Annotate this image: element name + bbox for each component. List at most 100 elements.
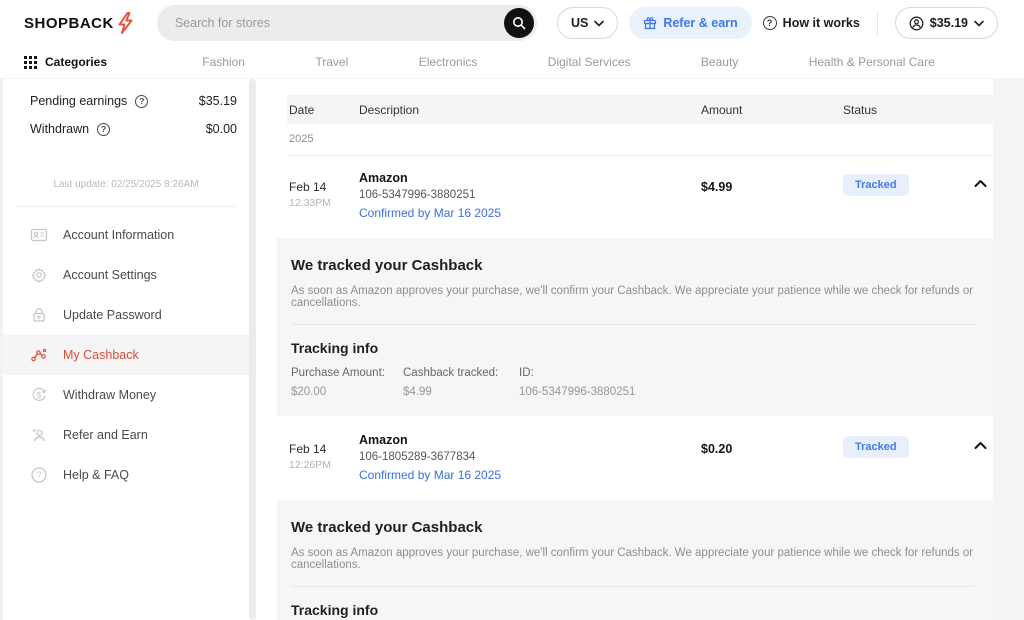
chevron-up-icon [974,179,987,188]
year-label: 2025 [287,124,993,156]
collapse-row-button[interactable] [974,433,987,482]
refer-earn-label: Refer & earn [663,16,737,30]
pending-earnings-row: Pending earnings ? $35.19 [3,87,249,115]
refer-and-earn-button[interactable]: Refer & earn [629,7,751,39]
account-cash-icon [909,16,924,31]
status-badge: Tracked [843,174,909,196]
svg-text:?: ? [36,470,41,480]
categories-menu-button[interactable]: Categories [24,55,107,69]
tracked-cashback-panel: We tracked your Cashback As soon as Amaz… [277,500,1001,620]
header-divider [877,11,878,35]
gift-icon [643,16,657,30]
top-header: SHOPBACK US Refer & earn ? How it works … [0,0,1024,46]
chevron-up-icon [974,441,987,450]
sidebar-item-help-faq[interactable]: ? Help & FAQ [3,455,249,495]
nav-item-health-personal-care[interactable]: Health & Personal Care [809,55,935,69]
tracking-info-heading: Tracking info [291,340,975,356]
how-it-works-button[interactable]: ? How it works [763,16,860,30]
sidebar-divider [17,206,235,207]
nav-item-travel[interactable]: Travel [315,55,348,69]
panel-heading: We tracked your Cashback [291,257,975,274]
sidebar-item-label: Refer and Earn [63,428,148,442]
header-actions: US Refer & earn ? How it works $35.19 [557,7,998,39]
txn-time: 12:26PM [289,459,359,471]
search-button[interactable] [504,8,534,38]
txn-order-id: 106-1805289-3677834 [359,451,701,463]
panel-body: As soon as Amazon approves your purchase… [291,285,975,309]
panel-divider [291,324,975,325]
nav-item-digital-services[interactable]: Digital Services [548,55,631,69]
collapse-row-button[interactable] [974,171,987,220]
header-description: Description [359,103,701,117]
txn-confirmation-link[interactable]: Confirmed by Mar 16 2025 [359,468,701,482]
country-code: US [571,16,588,30]
logo-text: SHOPBACK [24,15,114,32]
question-circle-icon: ? [763,16,777,30]
sidebar-item-label: Account Settings [63,268,157,282]
info-icon[interactable]: ? [97,123,110,136]
lock-icon [30,306,48,324]
account-sidebar: Pending earnings ? $35.19 Withdrawn ? $0… [3,79,249,620]
nav-item-beauty[interactable]: Beauty [701,55,738,69]
last-update-text: Last update: 02/25/2025 8:26AM [3,179,249,190]
content-gap [256,79,269,620]
shopback-logo[interactable]: SHOPBACK [24,12,135,34]
txn-time: 12:33PM [289,197,359,209]
info-icon[interactable]: ? [135,95,148,108]
txn-confirmation-link[interactable]: Confirmed by Mar 16 2025 [359,206,701,220]
right-page-gutter [993,79,1024,620]
sidebar-scrollbar[interactable] [249,79,256,620]
nav-item-electronics[interactable]: Electronics [419,55,478,69]
balance-menu[interactable]: $35.19 [895,7,998,39]
tracked-cashback-panel: We tracked your Cashback As soon as Amaz… [277,238,1001,416]
panel-divider [291,586,975,587]
withdrawn-value: $0.00 [206,122,237,136]
header-amount: Amount [701,103,843,117]
txn-title: Amazon [359,171,701,185]
id-label: ID: [519,367,635,379]
balance-amount: $35.19 [930,16,968,30]
cashback-table: Date Description Amount Status 2025 Feb … [269,79,993,620]
gear-icon [30,266,48,284]
tracking-info-grid: Purchase Amount: $20.00 Cashback tracked… [291,367,975,398]
country-selector[interactable]: US [557,7,618,39]
sidebar-item-refer-and-earn[interactable]: Refer and Earn [3,415,249,455]
txn-amount: $4.99 [701,171,843,194]
pending-earnings-label: Pending earnings [30,94,127,108]
table-row[interactable]: Feb 14 12:33PM Amazon 106-5347996-388025… [287,156,993,236]
withdraw-money-icon: $ [30,386,48,404]
sidebar-item-my-cashback[interactable]: My Cashback [3,335,249,375]
category-nav: Categories Fashion Travel Electronics Di… [0,46,1024,79]
add-person-icon [30,426,48,444]
status-badge: Tracked [843,436,909,458]
cashback-tracked-value: $4.99 [403,386,519,398]
cashback-path-icon [30,346,48,364]
nav-item-fashion[interactable]: Fashion [202,55,245,69]
chevron-down-icon [974,20,984,27]
how-it-works-label: How it works [783,16,860,30]
txn-date: Feb 14 [289,171,359,194]
txn-date: Feb 14 [289,433,359,456]
sidebar-item-account-information[interactable]: Account Information [3,215,249,255]
sidebar-item-update-password[interactable]: Update Password [3,295,249,335]
purchase-amount-label: Purchase Amount: [291,367,403,379]
sidebar-item-account-settings[interactable]: Account Settings [3,255,249,295]
sidebar-item-withdraw-money[interactable]: $ Withdraw Money [3,375,249,415]
id-card-icon [30,226,48,244]
sidebar-item-label: Help & FAQ [63,468,129,482]
sidebar-item-label: My Cashback [63,348,139,362]
panel-body: As soon as Amazon approves your purchase… [291,547,975,571]
withdrawn-row: Withdrawn ? $0.00 [3,115,249,143]
help-icon: ? [30,466,48,484]
svg-text:$: $ [37,391,42,400]
txn-amount: $0.20 [701,433,843,456]
chevron-down-icon [594,20,604,27]
sidebar-item-label: Account Information [63,228,174,242]
table-header: Date Description Amount Status [287,95,993,124]
table-row[interactable]: Feb 14 12:26PM Amazon 106-1805289-367783… [287,418,993,498]
store-search [157,5,537,41]
withdrawn-label: Withdrawn [30,122,89,136]
txn-title: Amazon [359,433,701,447]
header-date: Date [287,103,359,117]
search-input[interactable] [157,5,537,41]
